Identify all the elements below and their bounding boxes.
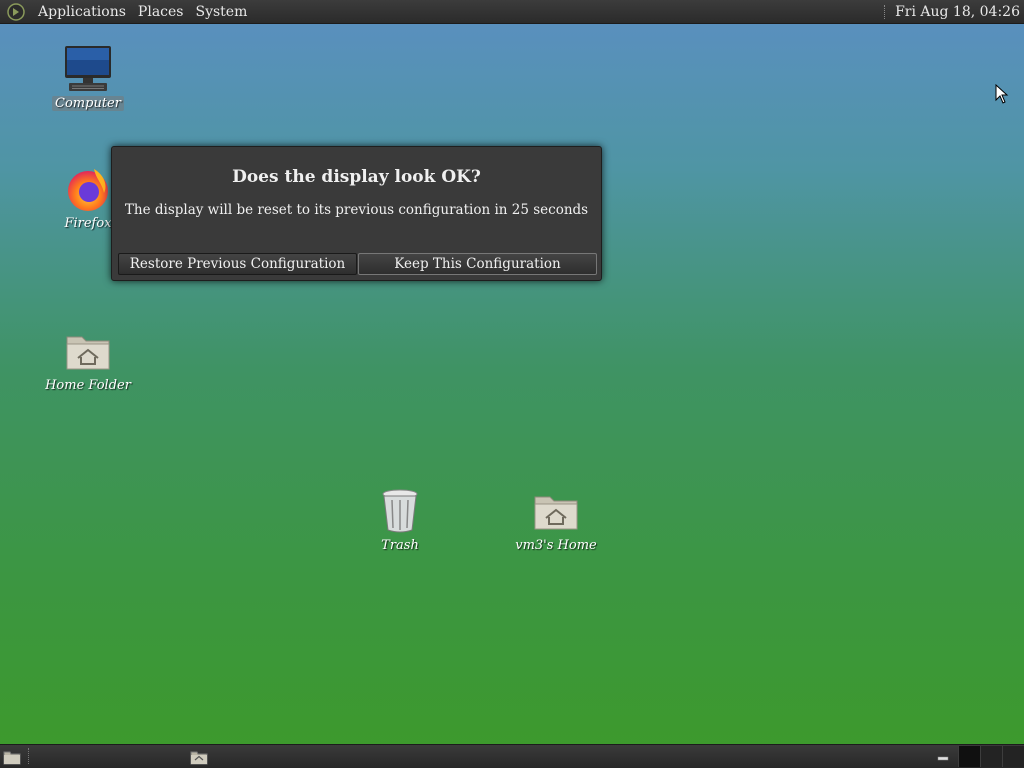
keep-configuration-button[interactable]: Keep This Configuration [358,253,597,275]
desktop-icon-label: Trash [381,538,419,553]
mate-logo-icon[interactable] [6,2,26,22]
home-folder-icon [531,486,581,536]
computer-icon [63,44,113,94]
menu-system[interactable]: System [189,1,253,23]
panel-handle[interactable] [884,5,887,19]
menu-applications[interactable]: Applications [32,1,132,23]
desktop-icon-label: Home Folder [45,378,131,393]
show-desktop-icon[interactable] [3,749,21,765]
dialog-message: The display will be reset to its previou… [124,202,589,218]
workspace-3[interactable] [1002,746,1024,767]
minimize-icon[interactable] [936,748,950,761]
desktop-background [0,0,1024,768]
workspace-2[interactable] [980,746,1002,767]
workspace-1[interactable] [958,746,980,767]
panel-handle[interactable] [28,748,31,764]
bottom-panel [0,744,1024,768]
desktop-icon-home-folder[interactable]: Home Folder [43,326,133,393]
desktop-icon-label: vm3's Home [515,538,597,553]
firefox-icon [63,164,113,214]
trash-icon [375,486,425,536]
desktop-icon-label: Computer [52,96,124,111]
top-panel: Applications Places System Fri Aug 18, 0… [0,0,1024,24]
display-confirm-dialog: Does the display look OK? The display wi… [111,146,602,281]
desktop-icon-user-home[interactable]: vm3's Home [511,486,601,553]
dialog-title: Does the display look OK? [232,167,481,187]
desktop-icon-label: Firefox [64,216,112,231]
restore-previous-button[interactable]: Restore Previous Configuration [118,253,357,275]
home-folder-icon [63,326,113,376]
menu-places[interactable]: Places [132,1,190,23]
clock[interactable]: Fri Aug 18, 04:26 [895,4,1024,20]
desktop-icon-computer[interactable]: Computer [43,44,133,111]
desktop-icon-trash[interactable]: Trash [355,486,445,553]
mouse-cursor-icon [995,83,1009,108]
home-folder-task-icon[interactable] [190,749,208,765]
